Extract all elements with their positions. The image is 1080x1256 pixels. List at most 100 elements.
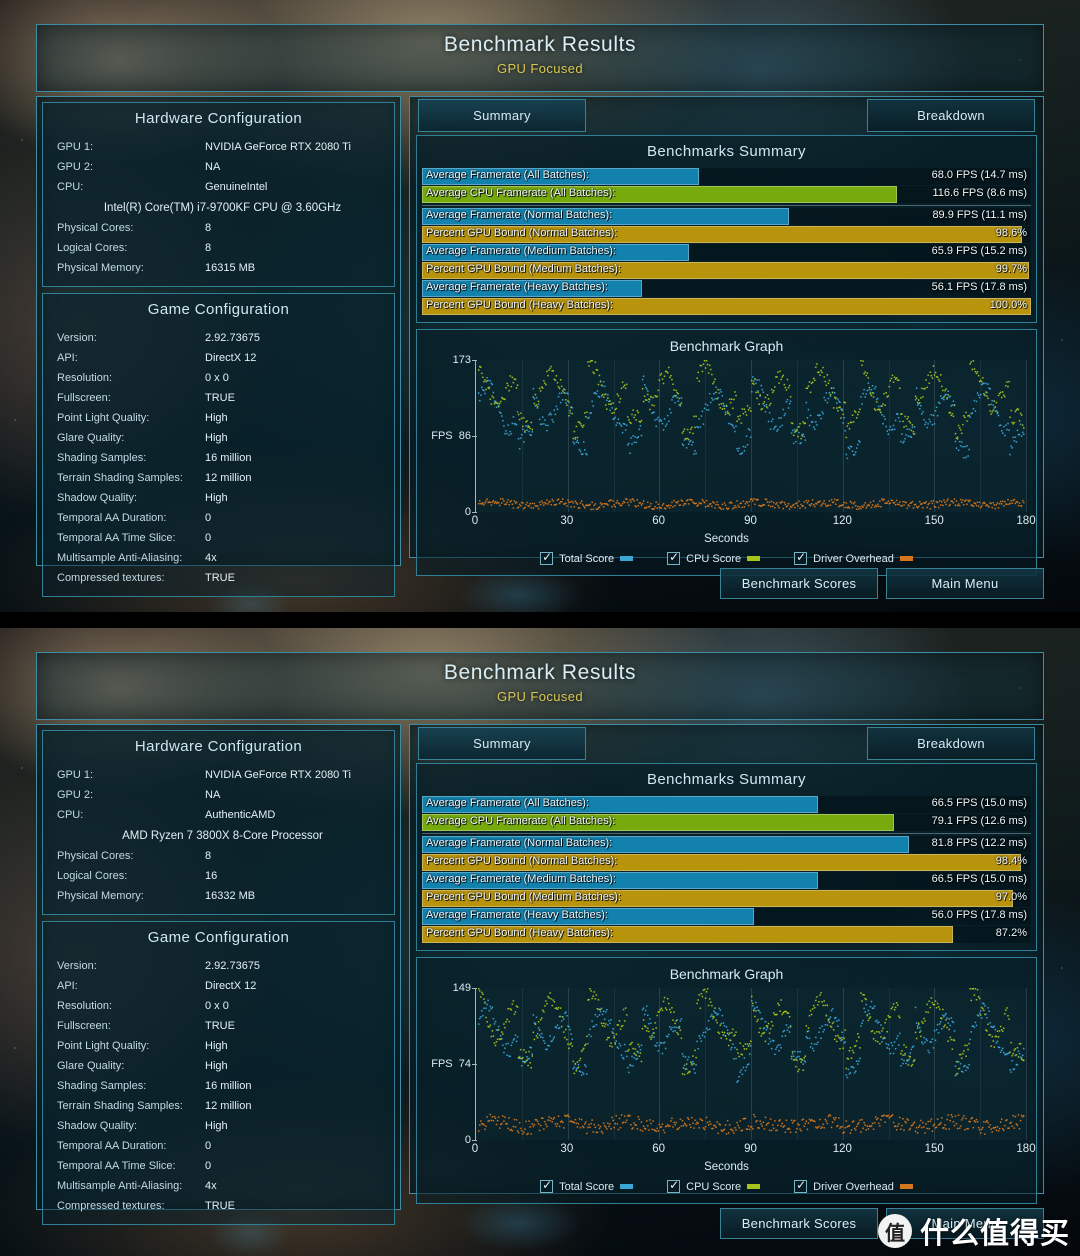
legend-checkbox[interactable] [540, 1178, 554, 1193]
hardware-value: NA [205, 789, 221, 801]
summary-bar-value: 98.6% [995, 227, 1027, 239]
benchmark-graph-title: Benchmark Graph [669, 966, 784, 982]
summary-bar-label: Percent GPU Bound (Normal Batches): [426, 227, 618, 239]
legend-color-swatch [899, 1184, 913, 1189]
hardware-value: AMD Ryzen 7 3800X 8-Core Processor [122, 829, 323, 842]
hardware-value: NA [205, 161, 221, 173]
tab-summary[interactable]: Summary [418, 727, 586, 760]
summary-bar-value: 65.9 FPS (15.2 ms) [931, 245, 1027, 257]
legend-item[interactable]: Driver Overhead [794, 550, 913, 565]
hardware-value: NVIDIA GeForce RTX 2080 Ti [205, 141, 351, 153]
y-axis-tick: FPS 86 [431, 430, 477, 442]
game-value: High [205, 412, 228, 424]
game-value: 0 [205, 1140, 212, 1152]
x-axis-tick: 90 [744, 1143, 757, 1155]
game-key: Compressed textures: [57, 572, 165, 584]
summary-bar-value: 98.4% [995, 855, 1027, 867]
hardware-row: GPU 2: NA [43, 785, 394, 805]
hardware-row: Logical Cores: 8 [43, 238, 394, 258]
left-info-panel: Hardware Configuration GPU 1: NVIDIA GeFor… [36, 96, 401, 597]
legend-item[interactable]: Total Score [540, 1178, 634, 1193]
benchmark-graph: Benchmark Graph 173 FPS 86 0 0 30 60 90 120 150 18… [417, 330, 1036, 575]
grid-line [1026, 988, 1027, 1140]
y-axis-tick: 0 [465, 1134, 477, 1146]
summary-bar-label: Percent GPU Bound (Heavy Batches): [426, 927, 614, 939]
game-row: Resolution: 0 x 0 [43, 368, 394, 388]
summary-bar-label: Average Framerate (Normal Batches): [426, 209, 613, 221]
tab-summary[interactable]: Summary [418, 99, 586, 132]
game-value: High [205, 1060, 228, 1072]
hardware-key: Logical Cores: [57, 242, 128, 254]
game-key: Shading Samples: [57, 1080, 147, 1092]
benchmark-scores-button[interactable]: Benchmark Scores [720, 568, 878, 599]
game-configuration-heading: Game Configuration [147, 929, 290, 946]
hardware-key: GPU 2: [57, 789, 94, 801]
scatter-points [476, 988, 1026, 1140]
game-key: Point Light Quality: [57, 412, 150, 424]
hardware-key: Physical Memory: [57, 262, 144, 274]
legend-label: Total Score [559, 1180, 615, 1193]
page-subtitle: GPU Focused [496, 689, 584, 704]
benchmarks-summary-heading: Benchmarks Summary [647, 771, 806, 788]
game-value: TRUE [205, 1200, 235, 1212]
legend-label: CPU Score [686, 1180, 742, 1193]
game-row: Fullscreen: TRUE [43, 388, 394, 408]
legend-item[interactable]: Driver Overhead [794, 1178, 913, 1193]
game-value: 2.92.73675 [205, 332, 261, 344]
game-row: Point Light Quality: High [43, 1036, 394, 1056]
legend-item[interactable]: Total Score [540, 550, 634, 565]
summary-bar-value: 66.5 FPS (15.0 ms) [931, 873, 1027, 885]
x-axis: 0 30 60 90 120 150 180 [472, 515, 1036, 532]
game-row: Multisample Anti-Aliasing: 4x [43, 548, 394, 568]
hardware-key: Physical Cores: [57, 850, 134, 862]
summary-bar-label: Average Framerate (All Batches): [426, 797, 590, 809]
game-value: DirectX 12 [205, 980, 257, 992]
legend-item[interactable]: CPU Score [667, 1178, 761, 1193]
game-key: Resolution: [57, 1000, 113, 1012]
tab-breakdown[interactable]: Breakdown [867, 727, 1035, 760]
game-value: 0 x 0 [205, 372, 229, 384]
game-value: High [205, 492, 228, 504]
benchmark-scores-button[interactable]: Benchmark Scores [720, 1208, 878, 1239]
tab-breakdown[interactable]: Breakdown [867, 99, 1035, 132]
legend-checkbox[interactable] [540, 550, 554, 565]
hardware-key: CPU: [57, 809, 84, 821]
summary-bar-value: 87.2% [995, 927, 1027, 939]
game-value: 4x [205, 552, 217, 564]
main-menu-button[interactable]: Main Menu [886, 568, 1044, 599]
game-row: Temporal AA Duration: 0 [43, 1136, 394, 1156]
summary-bar-row: Percent GPU Bound (Heavy Batches): 87.2% [422, 926, 1031, 943]
game-key: Point Light Quality: [57, 1040, 150, 1052]
summary-bar-label: Average Framerate (All Batches): [426, 169, 590, 181]
hardware-row: AMD Ryzen 7 3800X 8-Core Processor [43, 825, 394, 846]
summary-bar-row: Percent GPU Bound (Heavy Batches): 100.0% [422, 298, 1031, 315]
summary-bar-value: 56.1 FPS (17.8 ms) [931, 281, 1027, 293]
x-axis: 0 30 60 90 120 150 180 [472, 1143, 1036, 1160]
summary-bar-value: 97.0% [995, 891, 1027, 903]
summary-bar-value: 89.9 FPS (11.1 ms) [932, 209, 1027, 221]
benchmark-graph-box: Benchmark Graph 173 FPS 86 0 0 30 60 90 120 150 18… [416, 329, 1037, 576]
legend-checkbox[interactable] [794, 550, 808, 565]
legend-color-swatch [620, 556, 634, 561]
summary-bar-row: Average Framerate (Heavy Batches): 56.1 F… [422, 280, 1031, 297]
game-row: Fullscreen: TRUE [43, 1016, 394, 1036]
hardware-value: GenuineIntel [205, 181, 268, 193]
summary-bar-row: Average CPU Framerate (All Batches): 116.… [422, 186, 1031, 203]
legend-checkbox[interactable] [667, 1178, 681, 1193]
hardware-configuration-list: GPU 1: NVIDIA GeForce RTX 2080 Ti GPU 2: NA… [43, 763, 394, 914]
summary-bar-value: 68.0 FPS (14.7 ms) [931, 169, 1027, 181]
summary-bar-value: 79.1 FPS (12.6 ms) [931, 815, 1027, 827]
summary-bar-value: 116.6 FPS (8.6 ms) [932, 187, 1027, 199]
game-row: Temporal AA Time Slice: 0 [43, 528, 394, 548]
legend-item[interactable]: CPU Score [667, 550, 761, 565]
hardware-value: 8 [205, 850, 212, 862]
benchmark-screenshot-amd: Benchmark Results GPU Focused Hardware Con… [0, 628, 1080, 1256]
game-row: Terrain Shading Samples: 12 million [43, 1096, 394, 1116]
game-key: Temporal AA Duration: [57, 512, 167, 524]
summary-bar-value: 99.7% [995, 263, 1027, 275]
hardware-key: Physical Cores: [57, 222, 134, 234]
watermark-logo-icon: 值 [877, 1214, 912, 1248]
legend-checkbox[interactable] [794, 1178, 808, 1193]
legend-checkbox[interactable] [667, 550, 681, 565]
game-value: 0 [205, 1160, 212, 1172]
